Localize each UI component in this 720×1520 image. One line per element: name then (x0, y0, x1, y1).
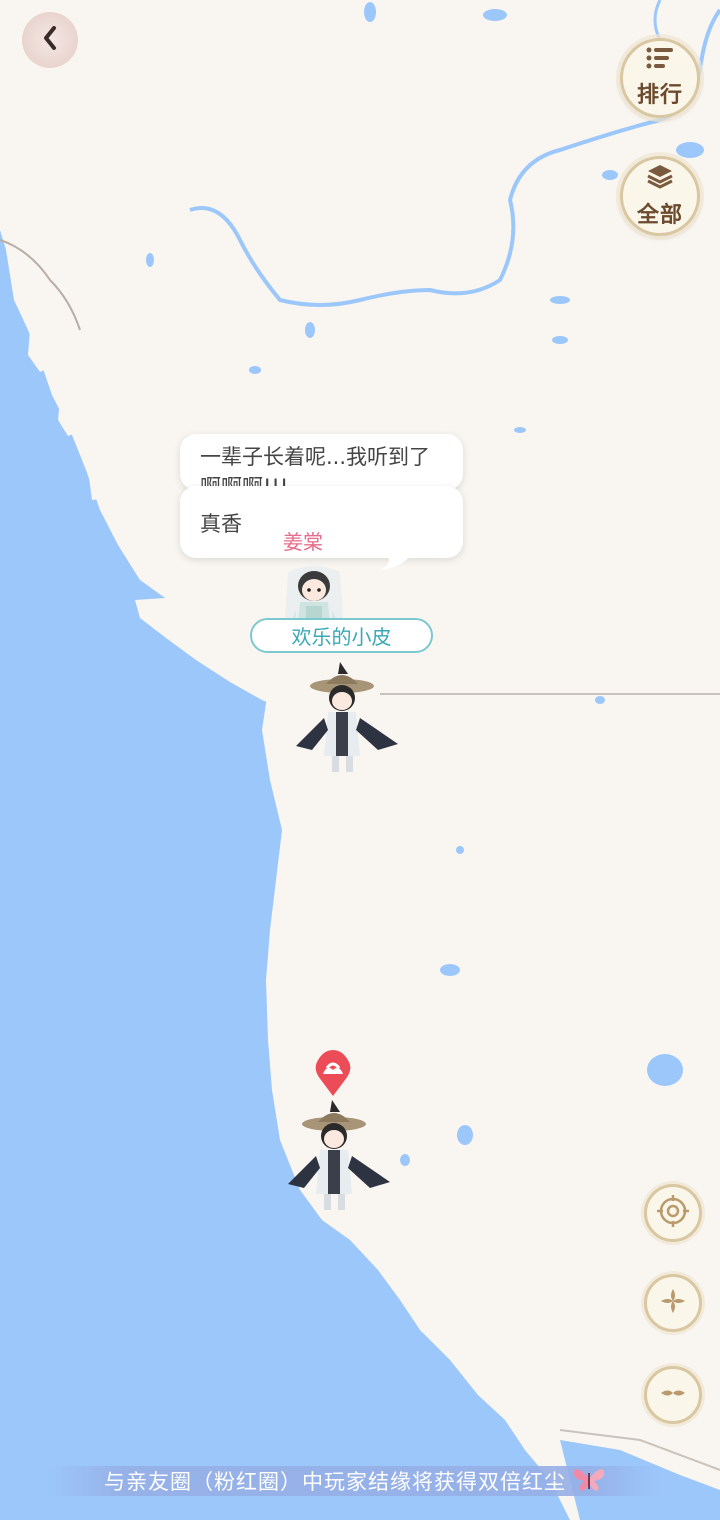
chat-bubble-previous: 一辈子长着呢...我听到了啊啊啊!!! (180, 434, 463, 490)
all-label: 全部 (636, 202, 683, 228)
zoom-in-button[interactable] (644, 1274, 702, 1332)
location-pin-icon[interactable] (313, 1050, 353, 1098)
plus-icon (658, 1286, 688, 1320)
male-character-avatar[interactable] (290, 660, 402, 780)
player-name-tag: 欢乐的小皮 (250, 618, 433, 653)
notice-banner-text: 与亲友圈（粉红圈）中玩家结缘将获得双倍红尘 (104, 1470, 566, 1494)
back-button[interactable] (22, 12, 78, 68)
zoom-out-button[interactable] (644, 1366, 702, 1424)
chat-bubble-tail (370, 556, 410, 570)
minus-icon (658, 1378, 688, 1412)
rank-button[interactable]: 排行 (620, 38, 700, 118)
chevron-left-icon (39, 24, 61, 56)
list-icon (645, 47, 675, 75)
target-icon (657, 1195, 689, 1231)
locate-button[interactable] (644, 1184, 702, 1242)
all-button[interactable]: 全部 (620, 156, 700, 236)
chat-bubble-current-text: 真香 (200, 512, 242, 536)
rank-label: 排行 (636, 82, 683, 108)
layers-icon (645, 163, 675, 195)
notice-banner: 与亲友圈（粉红圈）中玩家结缘将获得双倍红尘 (48, 1466, 662, 1496)
chat-bubble-previous-text: 一辈子长着呢...我听到了啊啊啊!!! (200, 445, 431, 490)
player-character-avatar[interactable] (284, 1100, 396, 1216)
speaker-name: 姜棠 (283, 530, 323, 554)
butterfly-icon (572, 1465, 606, 1498)
